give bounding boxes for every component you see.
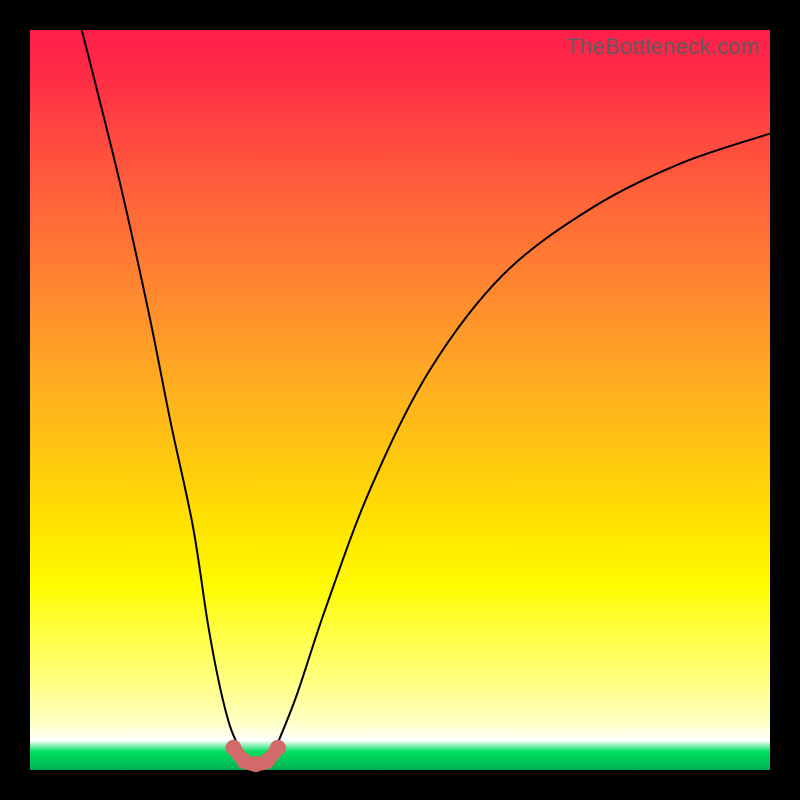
plot-area: TheBottleneck.com	[30, 30, 770, 770]
curve-right-branch	[274, 134, 770, 752]
chart-container: TheBottleneck.com	[0, 0, 800, 800]
trough-marker-dot	[270, 740, 286, 756]
chart-svg	[30, 30, 770, 770]
trough-marker-dot	[226, 740, 242, 756]
curve-left-branch	[82, 30, 241, 752]
trough-marker-dot	[259, 753, 275, 769]
